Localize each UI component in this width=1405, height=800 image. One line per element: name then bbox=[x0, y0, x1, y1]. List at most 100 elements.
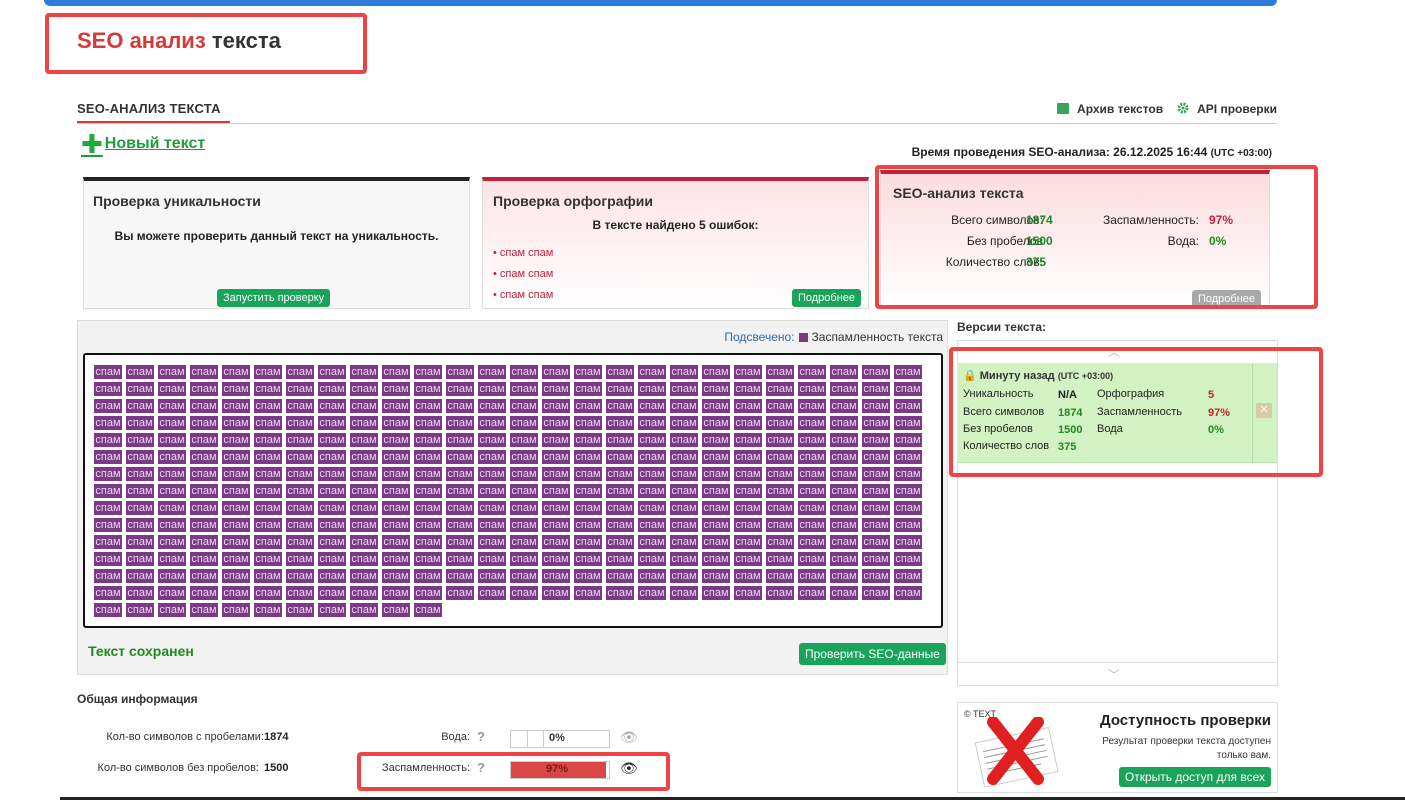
spelling-error-item[interactable]: • спам спам bbox=[493, 285, 553, 306]
highlighted-word: спам bbox=[318, 433, 346, 447]
highlighted-word: спам bbox=[830, 518, 858, 532]
highlighted-word: спам bbox=[702, 382, 730, 396]
highlighted-word: спам bbox=[286, 518, 314, 532]
highlighted-word: спам bbox=[798, 450, 826, 464]
highlighted-word: спам bbox=[254, 484, 282, 498]
spelling-more-button[interactable]: Подробнее bbox=[791, 289, 861, 307]
highlighted-word: спам bbox=[894, 569, 922, 583]
highlighted-word: спам bbox=[830, 501, 858, 515]
scroll-down-icon[interactable]: ﹀ bbox=[1108, 666, 1120, 683]
highlighted-word: спам bbox=[126, 518, 154, 532]
highlighted-word: спам bbox=[318, 382, 346, 396]
highlighted-word: спам bbox=[542, 416, 570, 430]
chars-no-spaces-label: Кол-во символов без пробелов: bbox=[97, 762, 259, 774]
highlighted-word: спам bbox=[446, 399, 474, 413]
highlighted-word: спам bbox=[94, 569, 122, 583]
highlighted-word: спам bbox=[222, 365, 250, 379]
uniqueness-card: Проверка уникальности Вы можете проверит… bbox=[83, 177, 470, 309]
text-editor[interactable]: спам спам спам спам спам спам спам спам спам спам… bbox=[83, 353, 943, 628]
highlighted-word: спам bbox=[670, 569, 698, 583]
editor-text: спам спам спам спам спам спам спам спам спам спам… bbox=[94, 365, 940, 617]
highlighted-word: спам bbox=[414, 586, 442, 600]
highlighted-word: спам bbox=[158, 603, 186, 617]
highlighted-word: спам bbox=[286, 484, 314, 498]
highlighted-word: спам bbox=[894, 535, 922, 549]
new-text-link[interactable]: ✚ Новый текст bbox=[81, 131, 205, 157]
highlighted-word: спам bbox=[158, 416, 186, 430]
highlighted-word: спам bbox=[574, 569, 602, 583]
highlighted-word: спам bbox=[862, 399, 890, 413]
highlighted-word: спам bbox=[670, 484, 698, 498]
highlighted-word: спам bbox=[542, 365, 570, 379]
highlighted-word: спам bbox=[478, 552, 506, 566]
highlighted-word: спам bbox=[158, 382, 186, 396]
highlight-value[interactable]: Заспамленность текста bbox=[812, 330, 943, 344]
highlighted-word: спам bbox=[862, 467, 890, 481]
highlight-legend: Подсвечено: Заспамленность текста bbox=[724, 330, 943, 344]
highlighted-word: спам bbox=[798, 399, 826, 413]
highlighted-word: спам bbox=[734, 450, 762, 464]
highlighted-word: спам bbox=[222, 569, 250, 583]
highlighted-word: спам bbox=[254, 501, 282, 515]
highlighted-word: спам bbox=[766, 467, 794, 481]
highlighted-word: спам bbox=[222, 552, 250, 566]
highlighted-word: спам bbox=[638, 501, 666, 515]
highlighted-word: спам bbox=[510, 467, 538, 481]
spelling-error-item[interactable]: • спам спам bbox=[493, 243, 553, 264]
highlighted-word: спам bbox=[158, 433, 186, 447]
highlighted-word: спам bbox=[126, 603, 154, 617]
highlighted-word: спам bbox=[126, 484, 154, 498]
highlighted-word: спам bbox=[254, 416, 282, 430]
highlighted-word: спам bbox=[478, 569, 506, 583]
highlighted-word: спам bbox=[862, 484, 890, 498]
highlighted-word: спам bbox=[734, 433, 762, 447]
highlighted-word: спам bbox=[254, 382, 282, 396]
spelling-error-item[interactable]: • спам спам bbox=[493, 264, 553, 285]
spelling-card: Проверка орфографии В тексте найдено 5 о… bbox=[482, 177, 869, 309]
run-check-button[interactable]: Запустить проверку bbox=[217, 289, 331, 307]
help-icon[interactable]: ? bbox=[477, 729, 485, 744]
annotation-box-title bbox=[45, 13, 367, 74]
highlighted-word: спам bbox=[574, 433, 602, 447]
highlighted-word: спам bbox=[606, 382, 634, 396]
highlighted-word: спам bbox=[894, 501, 922, 515]
highlighted-word: спам bbox=[798, 518, 826, 532]
highlighted-word: спам bbox=[254, 603, 282, 617]
check-seo-button[interactable]: Проверить SEO-данные bbox=[799, 643, 946, 665]
highlighted-word: спам bbox=[478, 399, 506, 413]
highlighted-word: спам bbox=[798, 467, 826, 481]
highlighted-word: спам bbox=[638, 467, 666, 481]
highlighted-word: спам bbox=[446, 518, 474, 532]
highlighted-word: спам bbox=[222, 382, 250, 396]
highlighted-word: спам bbox=[190, 535, 218, 549]
archive-link[interactable]: Архив текстов bbox=[1057, 102, 1163, 116]
highlighted-word: спам bbox=[574, 552, 602, 566]
api-link[interactable]: API проверки bbox=[1177, 102, 1277, 116]
highlighted-word: спам bbox=[798, 535, 826, 549]
highlighted-word: спам bbox=[222, 450, 250, 464]
highlighted-word: спам bbox=[190, 484, 218, 498]
highlighted-word: спам bbox=[158, 484, 186, 498]
highlighted-word: спам bbox=[350, 467, 378, 481]
highlighted-word: спам bbox=[222, 586, 250, 600]
highlighted-word: спам bbox=[830, 450, 858, 464]
top-links: Архив текстов API проверки bbox=[1057, 102, 1277, 116]
gear-icon bbox=[1177, 102, 1189, 114]
highlighted-word: спам bbox=[222, 518, 250, 532]
highlighted-word: спам bbox=[702, 416, 730, 430]
highlighted-word: спам bbox=[766, 365, 794, 379]
highlighted-word: спам bbox=[670, 416, 698, 430]
highlighted-word: спам bbox=[894, 484, 922, 498]
open-access-button[interactable]: Открыть доступ для всех bbox=[1118, 767, 1271, 787]
highlighted-word: спам bbox=[318, 603, 346, 617]
highlighted-word: спам bbox=[894, 416, 922, 430]
highlighted-word: спам bbox=[606, 467, 634, 481]
chars-with-spaces-label: Кол-во символов с пробелами: bbox=[106, 731, 264, 743]
highlighted-word: спам bbox=[190, 382, 218, 396]
section-tab[interactable]: SEO-АНАЛИЗ ТЕКСТА bbox=[77, 101, 221, 116]
highlighted-word: спам bbox=[734, 569, 762, 583]
highlighted-word: спам bbox=[766, 450, 794, 464]
highlighted-word: спам bbox=[670, 586, 698, 600]
eye-icon[interactable]: 👁 bbox=[620, 729, 638, 746]
highlighted-word: спам bbox=[318, 399, 346, 413]
